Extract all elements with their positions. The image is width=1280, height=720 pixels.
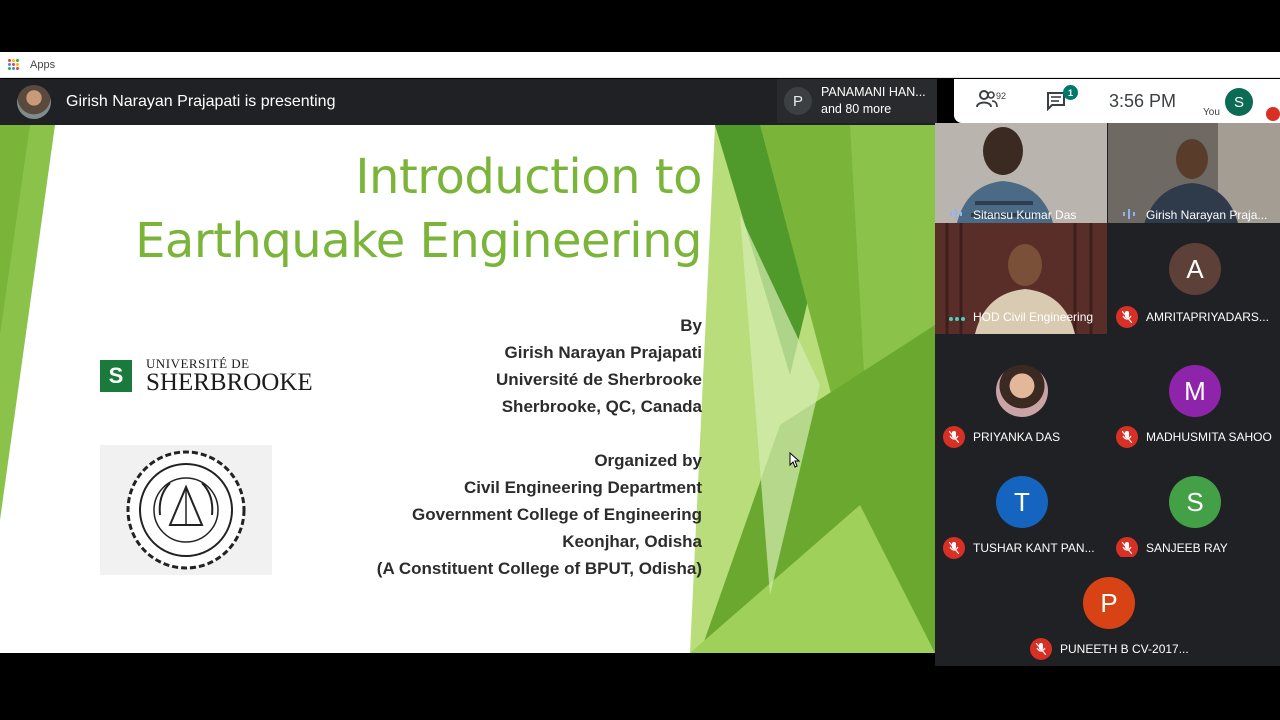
more-options-icon [949,317,965,321]
mouse-cursor-icon [789,452,801,468]
mic-off-icon [943,537,965,559]
mic-off-icon [943,426,965,448]
presentation-slide: Introduction to Earthquake Engineering B… [0,125,935,653]
participant-name: PUNEETH B CV-2017... [1060,642,1189,656]
mic-off-icon [1030,638,1052,660]
bookmarks-bar: Apps [0,52,1280,78]
participant-avatar: S [1169,476,1221,528]
participant-avatar: A [1169,243,1221,295]
participant-name: AMRITAPRIYADARS... [1146,310,1269,324]
organizer-line: (A Constituent College of BPUT, Odisha) [376,559,702,578]
participant-tile[interactable]: T TUSHAR KANT PAN... [935,456,1107,565]
author-line: Sherbrooke, QC, Canada [501,397,702,416]
organizer-line: Government College of Engineering [412,505,702,524]
mic-off-icon [1116,537,1138,559]
sherbrooke-mark: S [100,360,132,392]
participant-name: HOD Civil Engineering [973,310,1094,324]
author-block: By Girish Narayan Prajapati Université d… [496,312,702,420]
sherbrooke-logo: S UNIVERSITÉ DE SHERBROOKE [100,357,313,395]
participant-tile[interactable]: M MADHUSMITA SAHOO [1108,345,1280,454]
people-count: 92 [996,91,1007,101]
apps-bookmark[interactable]: Apps [30,59,55,71]
participant-avatar: T [996,476,1048,528]
mic-off-icon [1116,306,1138,328]
participant-name: Girish Narayan Praja... [1146,208,1268,222]
participant-tile[interactable]: A AMRITAPRIYADARS... [1108,223,1280,334]
participant-avatar: M [1169,365,1221,417]
slide-title-line: Introduction to [355,149,702,205]
participant-name: PRIYANKA DAS [973,430,1061,444]
participant-photo [996,365,1048,417]
other-participants-chip[interactable]: P PANAMANI HAN... and 80 more [777,79,937,123]
audio-level-icon [950,209,962,219]
people-icon[interactable] [976,89,998,109]
organizer-block: Organized by Civil Engineering Departmen… [377,447,702,582]
author-line: Girish Narayan Prajapati [504,343,702,362]
mic-off-icon [1116,426,1138,448]
participant-name: Sitansu Kumar Das [973,208,1077,222]
participant-tile[interactable]: S SANJEEB RAY [1108,456,1280,565]
clock: 3:56 PM [1109,91,1177,111]
participant-name: TUSHAR KANT PAN... [973,541,1095,555]
author-line: Université de Sherbrooke [496,370,702,389]
participant-avatar: P [1083,577,1135,629]
logo-text: SHERBROOKE [146,369,313,396]
more-participants-count: and 80 more [821,102,892,116]
chat-badge: 1 [1063,85,1078,100]
mic-off-icon [1266,107,1280,121]
participant-avatar: P [784,87,812,115]
organizer-line: Keonjhar, Odisha [562,532,702,551]
participants-grid: Sitansu Kumar Das Girish Narayan Praja..… [935,123,1280,666]
slide-title-line: Earthquake Engineering [135,213,702,269]
participant-name: MADHUSMITA SAHOO [1146,430,1272,444]
participant-tile[interactable]: HOD Civil Engineering [935,223,1107,334]
participant-name: SANJEEB RAY [1146,541,1228,555]
apps-grid-icon[interactable] [8,58,20,71]
slide-title: Introduction to Earthquake Engineering [135,145,702,273]
participant-tile[interactable]: Sitansu Kumar Das [935,123,1107,232]
participant-name: PANAMANI HAN... [821,85,926,99]
organizer-line: Civil Engineering Department [463,478,702,497]
audio-level-icon [1123,209,1135,219]
self-avatar[interactable]: S [1225,88,1253,116]
presenting-text: Girish Narayan Prajapati is presenting [66,93,336,110]
participant-tile[interactable]: Girish Narayan Praja... [1108,123,1280,232]
college-seal-logo [100,445,272,575]
meeting-controls: 92 1 3:56 PM You S [954,79,1280,123]
you-label: You [1203,107,1220,118]
organizer-line: Organized by [594,451,702,470]
participant-tile[interactable]: P PUNEETH B CV-2017... [1022,557,1194,666]
author-line: By [680,316,702,335]
presenter-avatar [17,85,51,119]
participant-tile[interactable]: PRIYANKA DAS [935,345,1107,454]
